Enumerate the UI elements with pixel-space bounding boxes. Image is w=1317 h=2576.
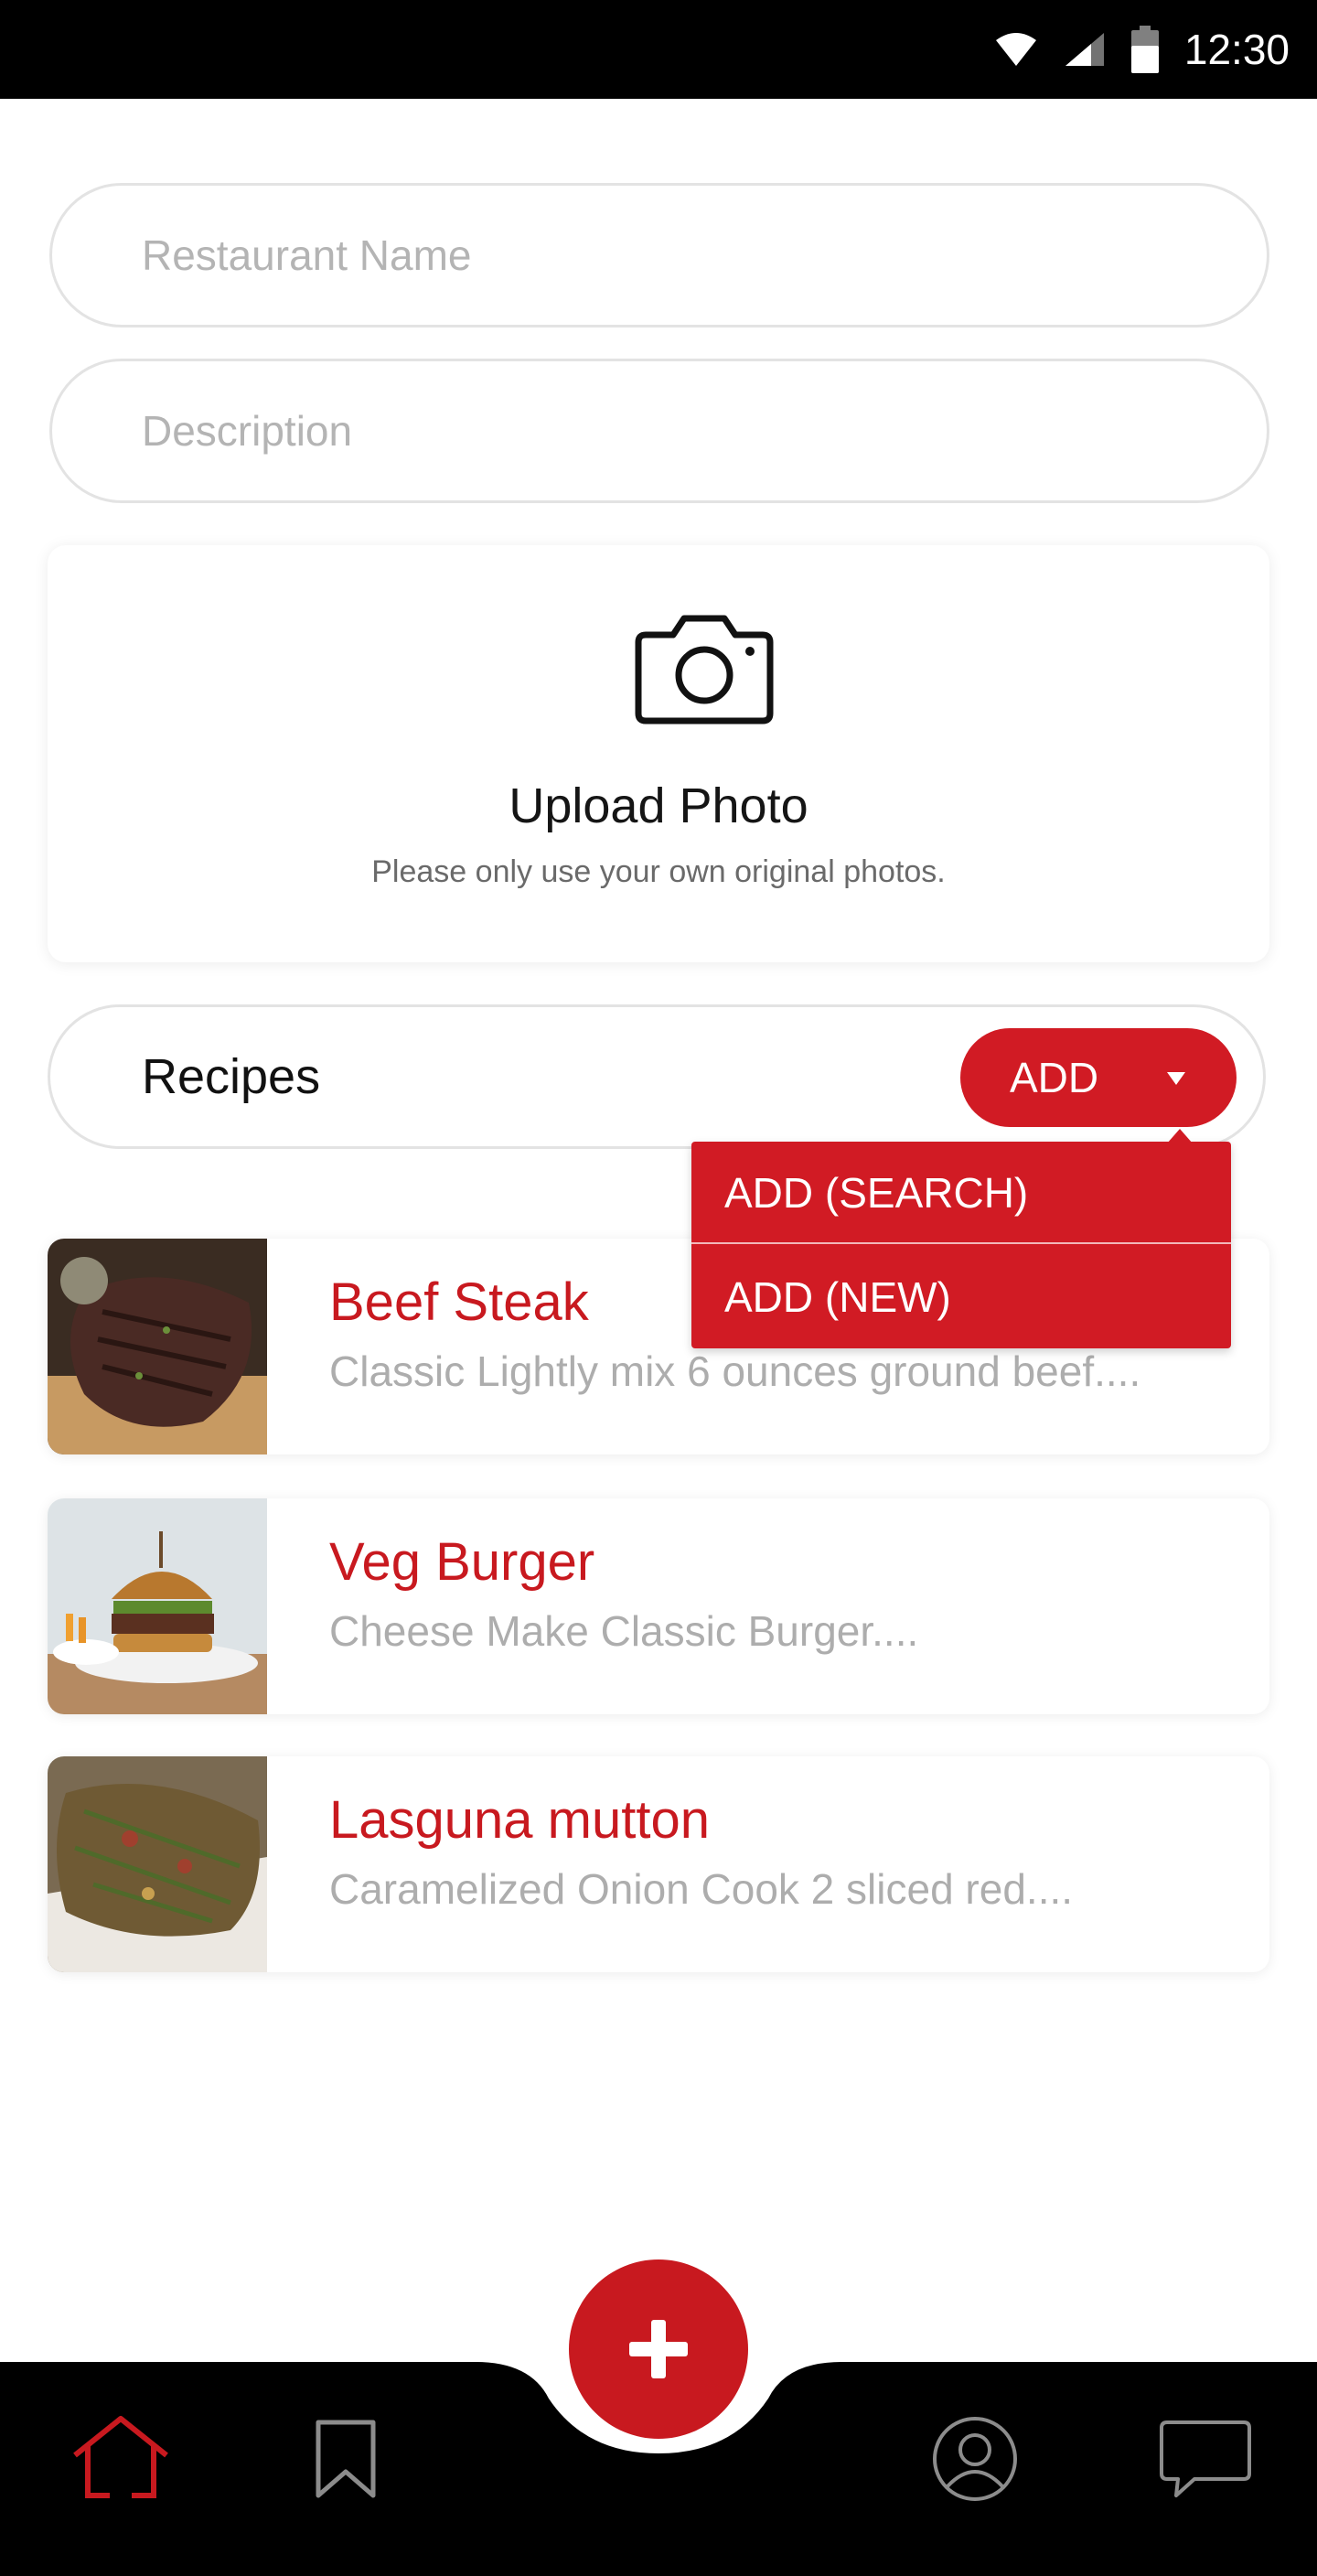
description-field[interactable] [49,359,1269,503]
home-icon [73,2416,168,2498]
recipe-description: Classic Lightly mix 6 ounces ground beef… [329,1347,1141,1395]
upload-photo-card[interactable]: Upload Photo Please only use your own or… [48,545,1269,962]
recipe-title: Beef Steak [329,1272,589,1332]
status-icons: 12:30 [994,20,1290,79]
plus-icon [629,2320,688,2378]
wifi-icon [994,31,1038,68]
camera-icon [635,615,774,724]
restaurant-name-field[interactable] [49,183,1269,327]
lasguna-mutton-photo [48,1756,267,1972]
profile-icon [933,2417,1017,2501]
beef-steak-photo [48,1239,267,1454]
recipe-card[interactable]: Veg Burger Cheese Make Classic Burger...… [48,1498,1269,1714]
signal-icon [1064,31,1106,68]
recipe-title: Lasguna mutton [329,1790,710,1850]
add-recipe-button[interactable]: ADD [960,1028,1237,1127]
restaurant-name-input[interactable] [142,186,1194,325]
nav-home[interactable] [71,2415,170,2504]
add-fab-button[interactable] [569,2259,748,2439]
nav-bookmarks[interactable] [315,2419,377,2504]
bookmark-icon [316,2420,376,2498]
battery-icon [1130,26,1159,73]
caret-down-icon [1167,1072,1185,1085]
veg-burger-photo [48,1498,267,1714]
nav-profile[interactable] [931,2415,1019,2507]
menu-item-add-search[interactable]: ADD (SEARCH) [691,1142,1231,1244]
description-input[interactable] [142,361,1194,500]
recipes-label: Recipes [142,1049,321,1104]
add-button-label: ADD [1010,1054,1099,1101]
menu-item-add-new[interactable]: ADD (NEW) [691,1246,1231,1348]
status-bar: 12:30 [0,0,1317,99]
recipe-card[interactable]: Lasguna mutton Caramelized Onion Cook 2 … [48,1756,1269,1972]
chat-icon [1160,2420,1251,2497]
recipe-description: Caramelized Onion Cook 2 sliced red.... [329,1865,1074,1913]
upload-photo-title: Upload Photo [509,778,808,833]
recipe-description: Cheese Make Classic Burger.... [329,1607,919,1655]
upload-photo-subtitle: Please only use your own original photos… [371,854,946,889]
add-restaurant-screen: 12:30 Upload Photo Please only use your … [0,0,1317,2576]
status-time: 12:30 [1183,26,1290,73]
add-dropdown-menu: ADD (SEARCH) ADD (NEW) [691,1129,1231,1348]
nav-chat[interactable] [1158,2419,1253,2504]
recipe-title: Veg Burger [329,1532,595,1592]
